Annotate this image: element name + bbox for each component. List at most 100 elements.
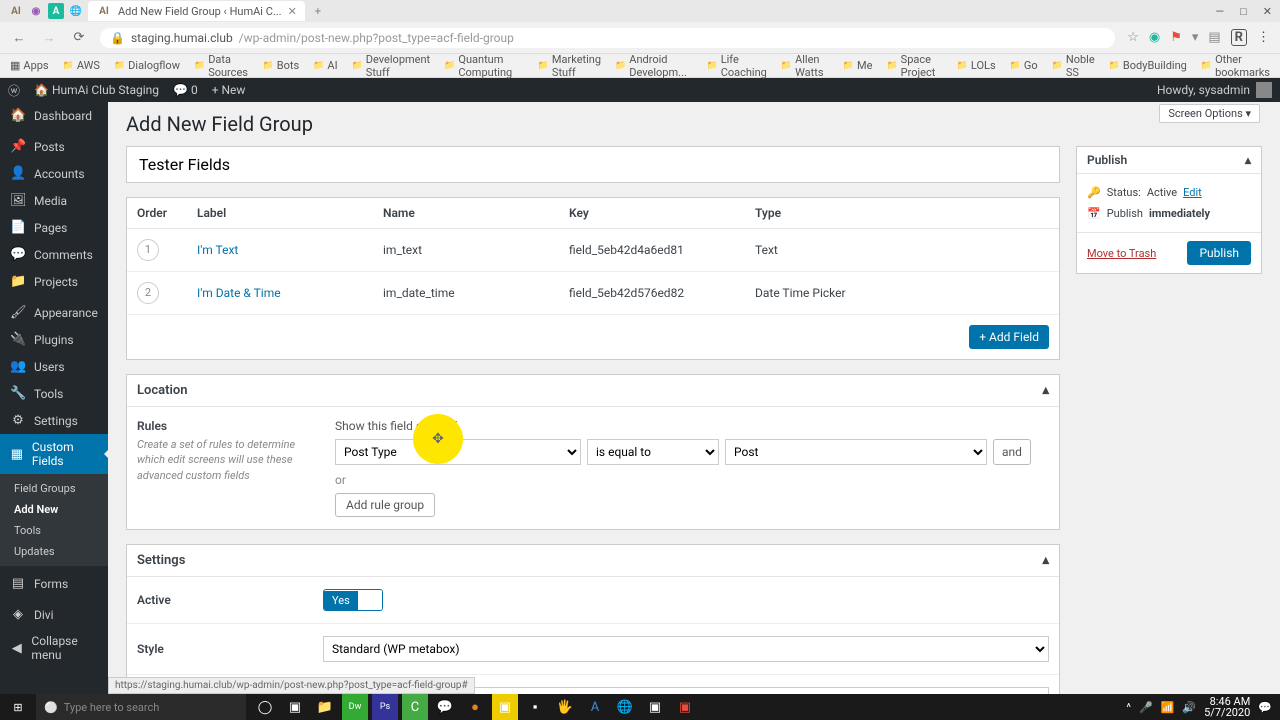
taskbar-app[interactable]: A <box>582 694 608 720</box>
bookmark-folder[interactable]: Android Developm... <box>615 53 692 79</box>
taskbar-app[interactable]: C <box>402 694 428 720</box>
field-group-title-input[interactable] <box>127 147 1059 182</box>
taskbar-app[interactable]: 🖐 <box>552 694 578 720</box>
style-select[interactable]: Standard (WP metabox) <box>323 636 1049 662</box>
field-label-link[interactable]: I'm Text <box>197 243 238 257</box>
bookmark-folder[interactable]: Data Sources <box>194 53 249 79</box>
menu-custom-fields[interactable]: ▦Custom Fields <box>0 434 108 474</box>
taskbar-app[interactable]: ▣ <box>492 694 518 720</box>
bookmark-folder[interactable]: Me <box>843 59 873 72</box>
bookmark-folder[interactable]: Development Stuff <box>352 53 431 79</box>
ext-icon[interactable]: ◉ <box>1149 30 1160 45</box>
menu-settings[interactable]: ⚙Settings <box>0 407 108 434</box>
bookmark-folder[interactable]: Noble SS <box>1052 53 1095 79</box>
back-button[interactable]: ← <box>10 30 28 46</box>
bookmark-folder[interactable]: Dialogflow <box>114 59 180 72</box>
taskbar-app[interactable]: 📁 <box>312 694 338 720</box>
task-view-icon[interactable]: ◯ <box>252 694 278 720</box>
menu-media[interactable]: 🖼Media <box>0 187 108 214</box>
collapse-icon[interactable]: ▴ <box>1042 383 1049 398</box>
menu-pages[interactable]: 📄Pages <box>0 214 108 241</box>
menu-projects[interactable]: 📁Projects <box>0 268 108 295</box>
menu-tools[interactable]: 🔧Tools <box>0 380 108 407</box>
submenu-updates[interactable]: Updates <box>0 541 108 562</box>
ext-icon[interactable]: ⚑ <box>1170 30 1182 45</box>
profile-icon[interactable]: R <box>1231 29 1247 46</box>
tray-notifications-icon[interactable]: 💬 <box>1258 701 1272 714</box>
field-row[interactable]: 2 I'm Date & Time im_date_time field_5eb… <box>127 272 1059 315</box>
field-label-link[interactable]: I'm Date & Time <box>197 286 281 300</box>
menu-forms[interactable]: ▤Forms <box>0 570 108 597</box>
star-icon[interactable]: ☆ <box>1127 30 1139 45</box>
collapse-icon[interactable]: ▴ <box>1042 553 1049 568</box>
taskbar-app[interactable]: 💬 <box>432 694 458 720</box>
bookmark-folder[interactable]: Bots <box>263 59 300 72</box>
taskbar-search[interactable]: ⚪Type here to search <box>36 694 246 720</box>
window-maximize-icon[interactable]: □ <box>1240 5 1247 18</box>
tab-icon[interactable]: A <box>48 3 64 19</box>
tab-icon[interactable]: 🌐 <box>68 3 84 19</box>
add-field-button[interactable]: + Add Field <box>969 325 1049 349</box>
taskbar-app[interactable]: Dw <box>342 694 368 720</box>
tray-date[interactable]: 5/7/2020 <box>1204 707 1250 718</box>
close-tab-icon[interactable]: ✕ <box>288 5 297 18</box>
taskbar-app[interactable]: ▣ <box>672 694 698 720</box>
bookmark-folder[interactable]: BodyBuilding <box>1109 59 1187 72</box>
reload-button[interactable]: ⟳ <box>70 30 88 45</box>
comments-count[interactable]: 💬 0 <box>173 83 198 97</box>
ext-icon[interactable]: ▤ <box>1208 30 1220 45</box>
menu-comments[interactable]: 💬Comments <box>0 241 108 268</box>
menu-icon[interactable]: ⋮ <box>1257 30 1270 45</box>
bookmark-folder[interactable]: Life Coaching <box>706 53 766 79</box>
forward-button[interactable]: → <box>40 30 58 46</box>
start-button[interactable]: ⊞ <box>0 701 36 714</box>
taskbar-app[interactable]: ▣ <box>282 694 308 720</box>
taskbar-app[interactable]: ● <box>462 694 488 720</box>
bookmark-folder[interactable]: LOLs <box>957 59 996 72</box>
menu-divi[interactable]: ◈Divi <box>0 601 108 628</box>
window-minimize-icon[interactable]: — <box>1216 5 1225 18</box>
menu-dashboard[interactable]: 🏠Dashboard <box>0 102 108 129</box>
submenu-field-groups[interactable]: Field Groups <box>0 478 108 499</box>
new-content[interactable]: + New <box>212 83 246 97</box>
tab-icon[interactable]: ◉ <box>28 3 44 19</box>
active-toggle[interactable]: Yes <box>323 589 383 611</box>
bookmark-folder[interactable]: AWS <box>63 59 100 72</box>
taskbar-app[interactable]: ▣ <box>642 694 668 720</box>
bookmark-folder[interactable]: AI <box>313 59 337 72</box>
bookmark-folder[interactable]: Quantum Computing <box>444 53 524 79</box>
submenu-tools[interactable]: Tools <box>0 520 108 541</box>
menu-plugins[interactable]: 🔌Plugins <box>0 326 108 353</box>
avatar-icon[interactable] <box>1256 82 1272 98</box>
publish-button[interactable]: Publish <box>1187 241 1251 265</box>
taskbar-app[interactable]: ▪ <box>522 694 548 720</box>
rule-operator-select[interactable]: is equal to <box>587 439 719 465</box>
menu-appearance[interactable]: 🖌Appearance <box>0 299 108 326</box>
tray-volume-icon[interactable]: 🔊 <box>1182 701 1196 714</box>
tray-chevron-icon[interactable]: ^ <box>1126 701 1131 714</box>
menu-accounts[interactable]: 👤Accounts <box>0 160 108 187</box>
edit-status-link[interactable]: Edit <box>1183 186 1202 199</box>
address-bar[interactable]: 🔒 staging.humai.club/wp-admin/post-new.p… <box>100 28 1115 48</box>
taskbar-app[interactable]: Ps <box>372 694 398 720</box>
wp-logo-icon[interactable]: ⓦ <box>8 82 20 99</box>
tab-icon[interactable]: AI <box>8 3 24 19</box>
window-close-icon[interactable]: ✕ <box>1263 5 1272 18</box>
browser-tab-active[interactable]: AI Add New Field Group ‹ HumAi C... ✕ <box>88 1 305 21</box>
tray-wifi-icon[interactable]: 📶 <box>1161 701 1175 714</box>
and-button[interactable]: and <box>993 439 1031 465</box>
site-name[interactable]: 🏠 HumAi Club Staging <box>34 83 159 97</box>
bookmark-folder[interactable]: Allen Watts <box>781 53 829 79</box>
move-to-trash-link[interactable]: Move to Trash <box>1087 247 1156 260</box>
field-row[interactable]: 1 I'm Text im_text field_5eb42d4a6ed81 T… <box>127 229 1059 272</box>
bookmark-folder[interactable]: Marketing Stuff <box>538 53 601 79</box>
bookmark-folder[interactable]: Other bookmarks <box>1201 53 1270 79</box>
tray-icon[interactable]: 🎤 <box>1139 701 1153 714</box>
apps-button[interactable]: ▦ Apps <box>10 59 49 72</box>
ext-icon[interactable]: ▾ <box>1192 30 1199 45</box>
add-rule-group-button[interactable]: Add rule group <box>335 493 435 517</box>
new-tab-button[interactable]: + <box>309 5 327 18</box>
collapse-icon[interactable]: ▴ <box>1245 153 1251 167</box>
howdy-user[interactable]: Howdy, sysadmin <box>1157 83 1250 97</box>
menu-users[interactable]: 👥Users <box>0 353 108 380</box>
